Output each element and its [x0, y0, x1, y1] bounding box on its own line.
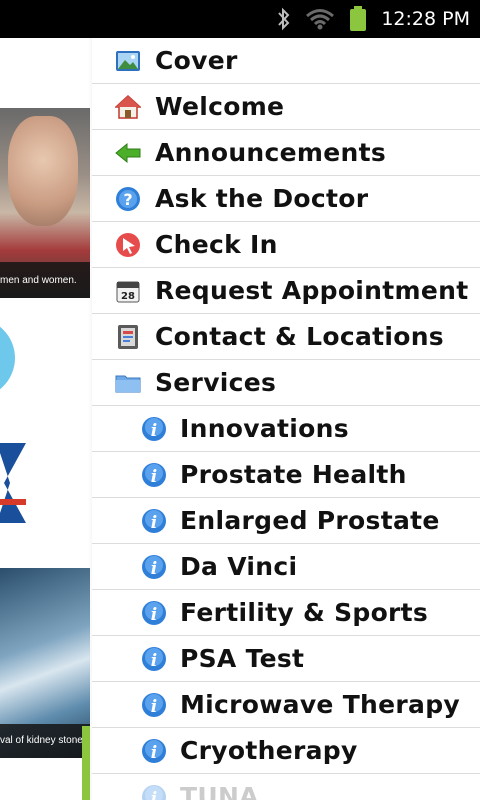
menu-item-da-vinci[interactable]: i Da Vinci	[92, 544, 480, 590]
menu-item-label: Welcome	[155, 92, 285, 121]
menu-item-request-appointment[interactable]: 28 Request Appointment	[92, 268, 480, 314]
menu-item-cryotherapy[interactable]: i Cryotherapy	[92, 728, 480, 774]
svg-text:28: 28	[121, 291, 135, 302]
bluetooth-icon	[277, 7, 291, 31]
folder-icon	[115, 370, 141, 396]
calendar-icon: 28	[115, 278, 141, 304]
home-icon	[114, 94, 142, 120]
svg-text:i: i	[151, 467, 157, 487]
photo-caption-top: men and women.	[0, 275, 77, 286]
picture-icon	[115, 48, 141, 74]
cursor-badge-icon	[115, 232, 141, 258]
svg-text:i: i	[151, 651, 157, 671]
menu-item-label: PSA Test	[180, 644, 305, 673]
menu-item-innovations[interactable]: i Innovations	[92, 406, 480, 452]
menu-item-label: Innovations	[180, 414, 349, 443]
photo-caption-bottom: val of kidney stones	[0, 735, 88, 746]
logo-chevron-icon	[0, 443, 26, 523]
svg-text:i: i	[151, 421, 157, 441]
menu-item-label: Services	[155, 368, 277, 397]
menu-item-fertility-sports[interactable]: i Fertility & Sports	[92, 590, 480, 636]
menu-item-welcome[interactable]: Welcome	[92, 84, 480, 130]
info-icon: i	[141, 784, 167, 800]
menu-item-enlarged-prostate[interactable]: i Enlarged Prostate	[92, 498, 480, 544]
svg-text:i: i	[151, 697, 157, 717]
info-icon: i	[141, 600, 167, 626]
svg-text:i: i	[151, 513, 157, 533]
face-shape	[8, 116, 78, 226]
menu-item-label: Microwave Therapy	[180, 690, 460, 719]
svg-text:?: ?	[123, 190, 132, 209]
question-icon: ?	[115, 186, 141, 212]
menu-item-label: TUNA	[180, 782, 259, 800]
info-icon: i	[141, 554, 167, 580]
menu-item-label: Check In	[155, 230, 278, 259]
svg-text:i: i	[151, 559, 157, 579]
info-icon: i	[141, 738, 167, 764]
menu-item-microwave-therapy[interactable]: i Microwave Therapy	[92, 682, 480, 728]
info-icon: i	[141, 416, 167, 442]
logo-shape	[0, 318, 15, 398]
status-icons: 12:28 PM	[277, 0, 470, 38]
menu-item-psa-test[interactable]: i PSA Test	[92, 636, 480, 682]
svg-text:i: i	[151, 743, 157, 763]
status-time: 12:28 PM	[381, 8, 470, 30]
contact-card-icon	[115, 324, 141, 350]
menu-item-label: Contact & Locations	[155, 322, 444, 351]
info-icon: i	[141, 462, 167, 488]
menu-item-tuna[interactable]: i TUNA	[92, 774, 480, 800]
info-icon: i	[141, 508, 167, 534]
menu-item-label: Fertility & Sports	[180, 598, 429, 627]
info-icon: i	[141, 646, 167, 672]
green-arrow-icon	[115, 140, 141, 166]
menu-item-contact-locations[interactable]: Contact & Locations	[92, 314, 480, 360]
info-icon: i	[141, 692, 167, 718]
menu-item-label: Da Vinci	[180, 552, 298, 581]
menu-item-label: Cover	[155, 46, 238, 75]
status-bar: 12:28 PM	[0, 0, 480, 38]
menu-item-label: Request Appointment	[155, 276, 469, 305]
menu-item-announcements[interactable]: Announcements	[92, 130, 480, 176]
menu-item-ask-the-doctor[interactable]: ? Ask the Doctor	[92, 176, 480, 222]
menu-item-cover[interactable]: Cover	[92, 38, 480, 84]
menu-item-services[interactable]: Services	[92, 360, 480, 406]
seniors-photo: men and women.	[0, 108, 90, 298]
wifi-icon	[305, 8, 335, 30]
menu-item-check-in[interactable]: Check In	[92, 222, 480, 268]
battery-icon	[349, 6, 367, 32]
menu-item-label: Announcements	[155, 138, 387, 167]
medical-equipment-photo: val of kidney stones	[0, 568, 90, 758]
menu-item-label: Enlarged Prostate	[180, 506, 440, 535]
menu-item-label: Ask the Doctor	[155, 184, 369, 213]
menu-item-label: Prostate Health	[180, 460, 407, 489]
menu-item-label: Cryotherapy	[180, 736, 358, 765]
menu-item-prostate-health[interactable]: i Prostate Health	[92, 452, 480, 498]
svg-text:i: i	[151, 605, 157, 625]
svg-text:i: i	[151, 789, 157, 800]
navigation-drawer: Cover Welcome Announcements ? Ask the Do…	[92, 38, 480, 800]
